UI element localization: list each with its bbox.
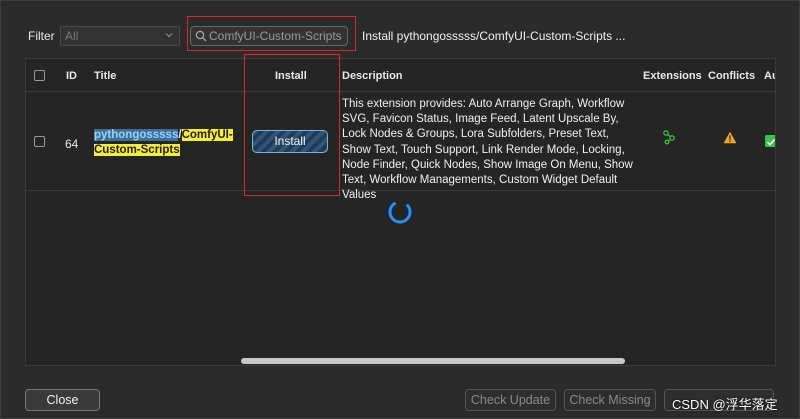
header-id[interactable]: ID <box>66 70 77 82</box>
filter-label: Filter <box>28 29 55 43</box>
watermark: CSDN @浮华落定 <box>672 397 778 412</box>
checkmark-icon <box>766 138 775 146</box>
header-extensions[interactable]: Extensions <box>643 70 702 82</box>
loading-spinner-icon <box>388 200 412 224</box>
table-header: ID Title Install Description Extensions … <box>26 59 775 92</box>
custom-nodes-manager-dialog: Filter All ComfyUI-Custom-Scripts Instal… <box>0 0 800 419</box>
table-row: 64 pythongosssss/ComfyUI- Custom-Scripts … <box>26 93 775 201</box>
row-description: This extension provides: Auto Arrange Gr… <box>342 98 633 202</box>
filter-select[interactable]: All <box>60 26 180 46</box>
header-title[interactable]: Title <box>94 70 116 82</box>
extension-link-icon[interactable] <box>662 129 676 145</box>
title-name-part2: Custom-Scripts <box>94 144 180 156</box>
chevron-down-icon <box>165 33 173 38</box>
row-id: 64 <box>65 137 79 151</box>
status-message: Install pythongosssss/ComfyUI-Custom-Scr… <box>362 29 626 43</box>
check-update-button[interactable]: Check Update <box>465 389 556 411</box>
horizontal-scrollbar[interactable] <box>26 356 775 365</box>
header-autoupdate[interactable]: Au <box>764 70 775 82</box>
header-description[interactable]: Description <box>342 70 403 82</box>
title-name-part1: ComfyUI- <box>181 129 233 141</box>
filter-select-value: All <box>65 29 79 43</box>
highlight-box-install <box>244 54 340 196</box>
header-conflicts[interactable]: Conflicts <box>708 70 755 82</box>
green-check-icon[interactable] <box>765 135 775 147</box>
title-author: pythongosssss <box>94 129 179 141</box>
warning-icon[interactable] <box>723 131 737 144</box>
scrollbar-thumb[interactable] <box>241 358 625 364</box>
row-checkbox[interactable] <box>34 136 45 147</box>
highlight-box-search <box>187 16 356 51</box>
check-missing-button[interactable]: Check Missing <box>564 389 656 411</box>
select-all-checkbox[interactable] <box>34 70 45 81</box>
close-button[interactable]: Close <box>25 389 100 411</box>
row-title-link[interactable]: pythongosssss/ComfyUI- Custom-Scripts <box>94 128 234 158</box>
